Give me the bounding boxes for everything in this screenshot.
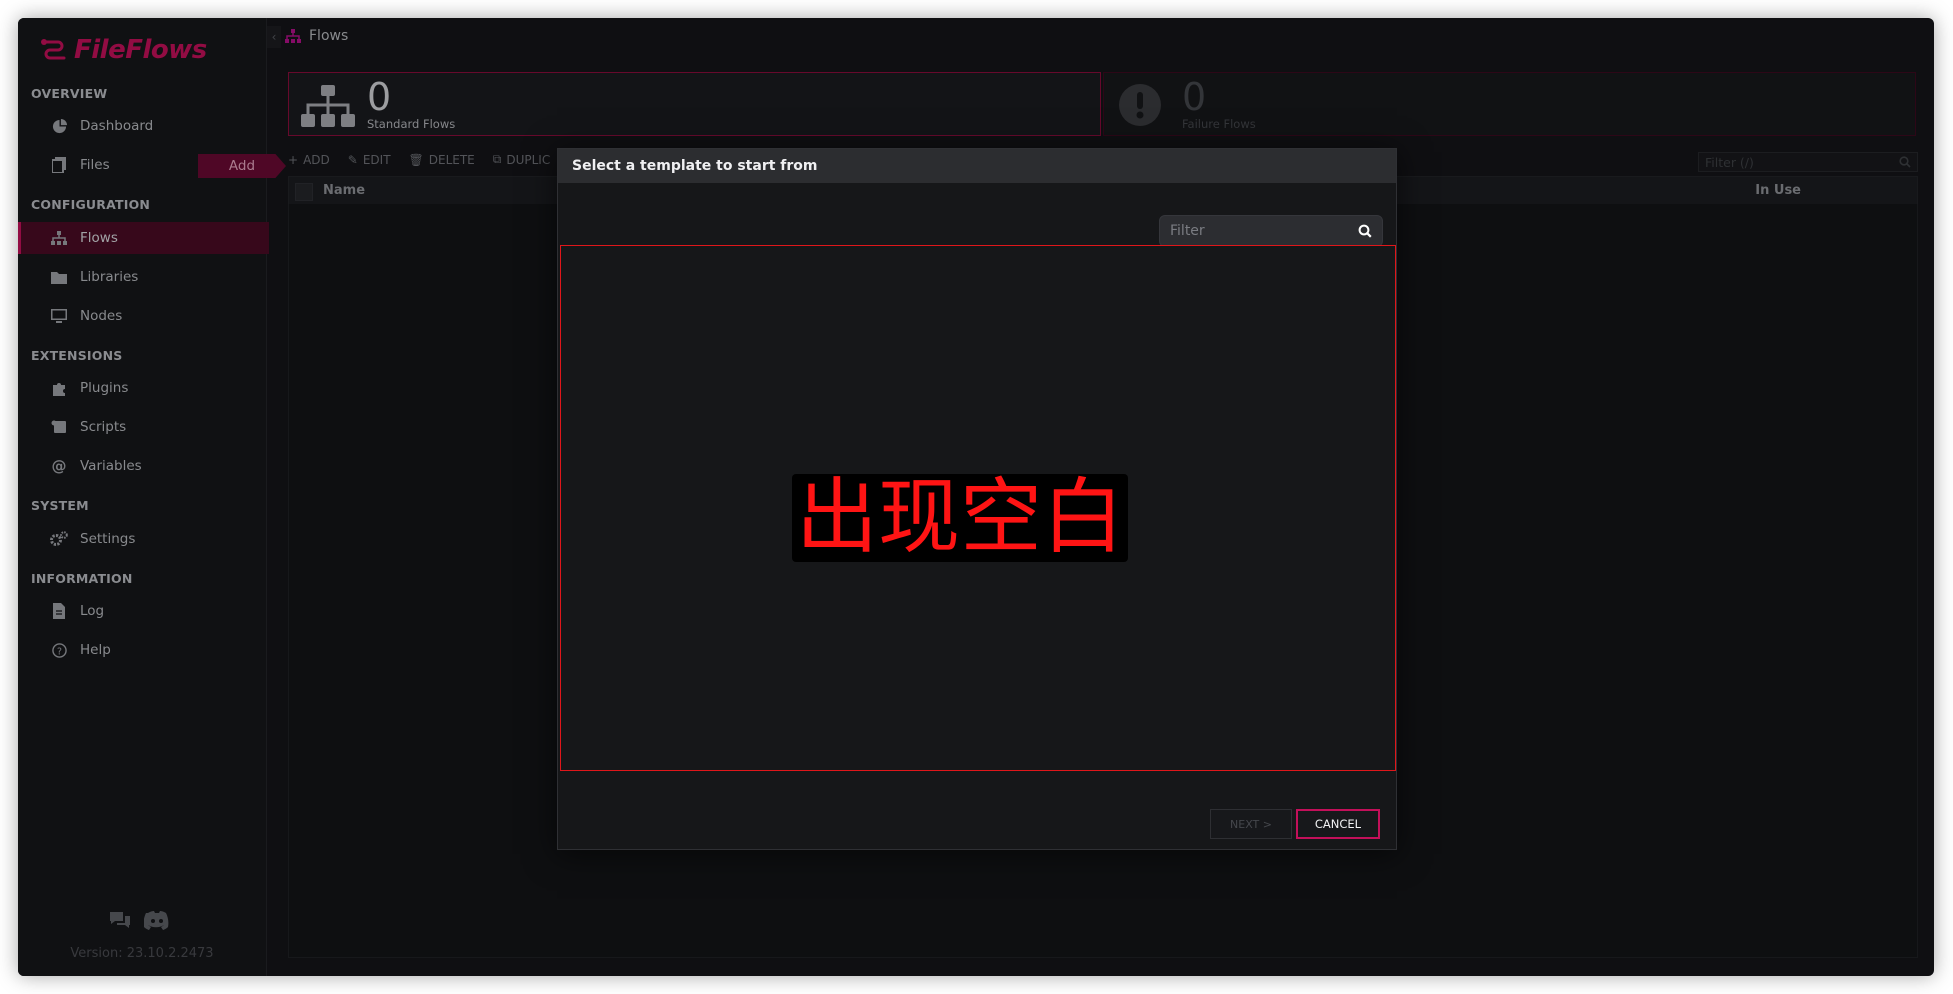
template-filter-input[interactable]: Filter: [1159, 215, 1383, 247]
template-list: 出现空白: [560, 245, 1396, 771]
dialog-title: Select a template to start from: [558, 149, 1396, 183]
template-filter-placeholder: Filter: [1170, 223, 1205, 239]
blank-area-annotation: 出现空白: [792, 474, 1129, 562]
app-window: FileFlows OVERVIEW Dashboard Files Add C…: [18, 18, 1934, 976]
search-icon: [1358, 224, 1372, 242]
cancel-button[interactable]: CANCEL: [1296, 809, 1380, 839]
next-button[interactable]: NEXT >: [1210, 809, 1292, 839]
template-dialog: Select a template to start from Filter 出…: [557, 148, 1397, 850]
